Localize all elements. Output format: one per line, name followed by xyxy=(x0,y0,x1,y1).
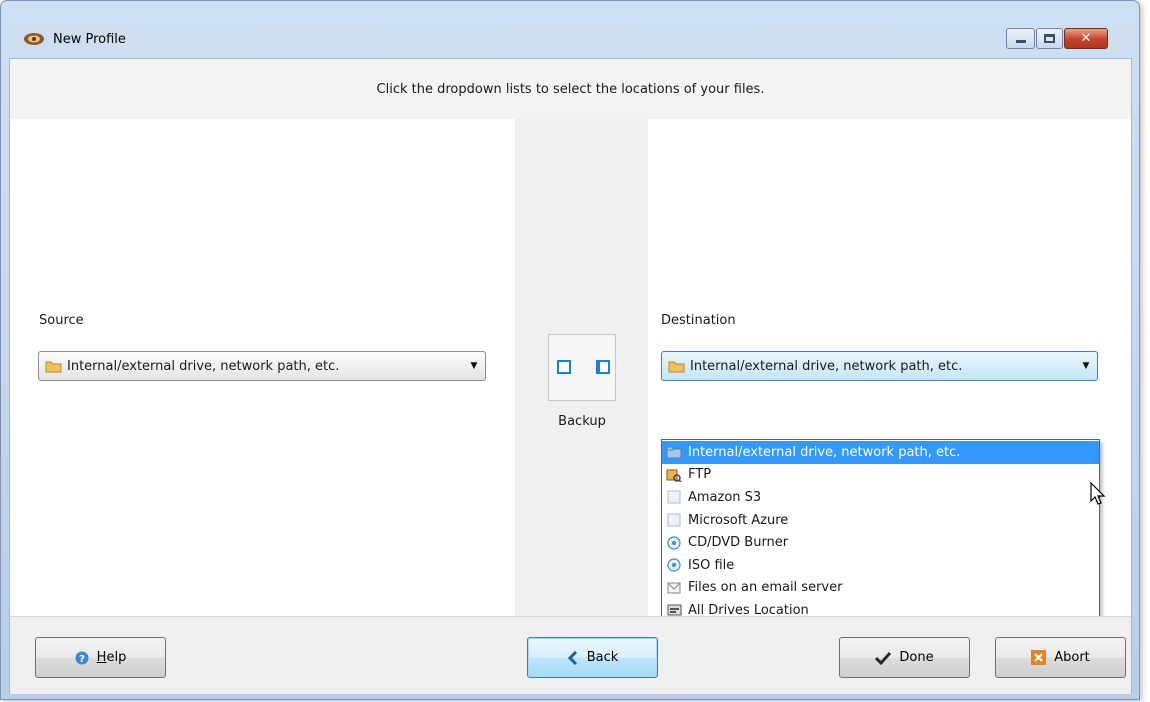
destination-options-list: Internal/external drive, network path, e… xyxy=(661,439,1100,625)
destination-selected-value: Internal/external drive, network path, e… xyxy=(690,358,963,374)
destination-dropdown[interactable]: Internal/external drive, network path, e… xyxy=(661,351,1098,381)
svg-text:?: ? xyxy=(79,654,85,665)
abort-button-label: Abort xyxy=(1054,650,1090,665)
wizard-client-area: Click the dropdown lists to select the l… xyxy=(9,58,1132,694)
backup-mode-label: Backup xyxy=(558,414,606,429)
destination-label: Destination xyxy=(661,313,736,328)
instruction-header: Click the dropdown lists to select the l… xyxy=(10,59,1131,119)
maximize-icon xyxy=(1044,34,1055,43)
chevron-down-icon: ▼ xyxy=(470,361,478,371)
instruction-text: Click the dropdown lists to select the l… xyxy=(376,81,765,97)
minimize-button[interactable] xyxy=(1006,28,1035,49)
cloud-icon xyxy=(666,513,682,527)
done-button[interactable]: Done xyxy=(839,637,970,678)
abort-button[interactable]: Abort xyxy=(995,637,1126,678)
option-microsoft-azure[interactable]: Microsoft Azure xyxy=(662,509,1099,532)
help-icon: ? xyxy=(75,651,89,665)
chevron-down-icon: ▼ xyxy=(1082,361,1090,371)
option-iso-file[interactable]: ISO file xyxy=(662,554,1099,577)
option-ftp[interactable]: FTP xyxy=(662,464,1099,487)
folder-icon xyxy=(668,361,685,372)
cloud-icon xyxy=(666,490,682,504)
abort-x-icon xyxy=(1031,650,1047,665)
source-selected-value: Internal/external drive, network path, e… xyxy=(67,358,340,374)
option-internal-external-drive[interactable]: Internal/external drive, network path, e… xyxy=(662,441,1099,464)
source-square-icon xyxy=(557,360,571,374)
mouse-cursor-icon xyxy=(1090,482,1106,505)
option-cd-dvd-burner[interactable]: CD/DVD Burner xyxy=(662,531,1099,554)
wizard-footer: ? Help Back Done Abort xyxy=(10,616,1131,694)
help-button[interactable]: ? Help xyxy=(35,637,166,678)
help-button-label: Help xyxy=(96,650,127,665)
close-icon: ✕ xyxy=(1080,31,1092,46)
back-button-label: Back xyxy=(586,650,619,665)
email-icon xyxy=(666,581,682,595)
disc-icon xyxy=(666,536,682,550)
new-profile-window: New Profile ✕ Click the dropdown lists t… xyxy=(0,0,1140,700)
folder-icon xyxy=(45,361,62,372)
checkmark-icon xyxy=(875,651,892,665)
done-button-label: Done xyxy=(899,650,934,665)
option-email-server[interactable]: Files on an email server xyxy=(662,577,1099,600)
backup-mode-button[interactable] xyxy=(548,334,616,401)
drive-icon xyxy=(666,445,682,459)
disc-icon xyxy=(666,558,682,572)
minimize-icon xyxy=(1015,40,1026,43)
title-bar[interactable]: New Profile ✕ xyxy=(1,1,1139,53)
source-dropdown[interactable]: Internal/external drive, network path, e… xyxy=(38,351,486,381)
back-arrow-icon xyxy=(567,650,579,665)
window-title: New Profile xyxy=(53,32,126,47)
location-panel: Source Internal/external drive, network … xyxy=(10,119,1131,625)
back-button[interactable]: Back xyxy=(527,637,658,678)
app-logo-icon xyxy=(24,33,44,45)
option-amazon-s3[interactable]: Amazon S3 xyxy=(662,486,1099,509)
maximize-button[interactable] xyxy=(1036,28,1063,49)
close-button[interactable]: ✕ xyxy=(1064,28,1108,49)
destination-square-icon xyxy=(596,360,610,374)
ftp-icon xyxy=(666,468,682,482)
source-label: Source xyxy=(39,313,84,328)
